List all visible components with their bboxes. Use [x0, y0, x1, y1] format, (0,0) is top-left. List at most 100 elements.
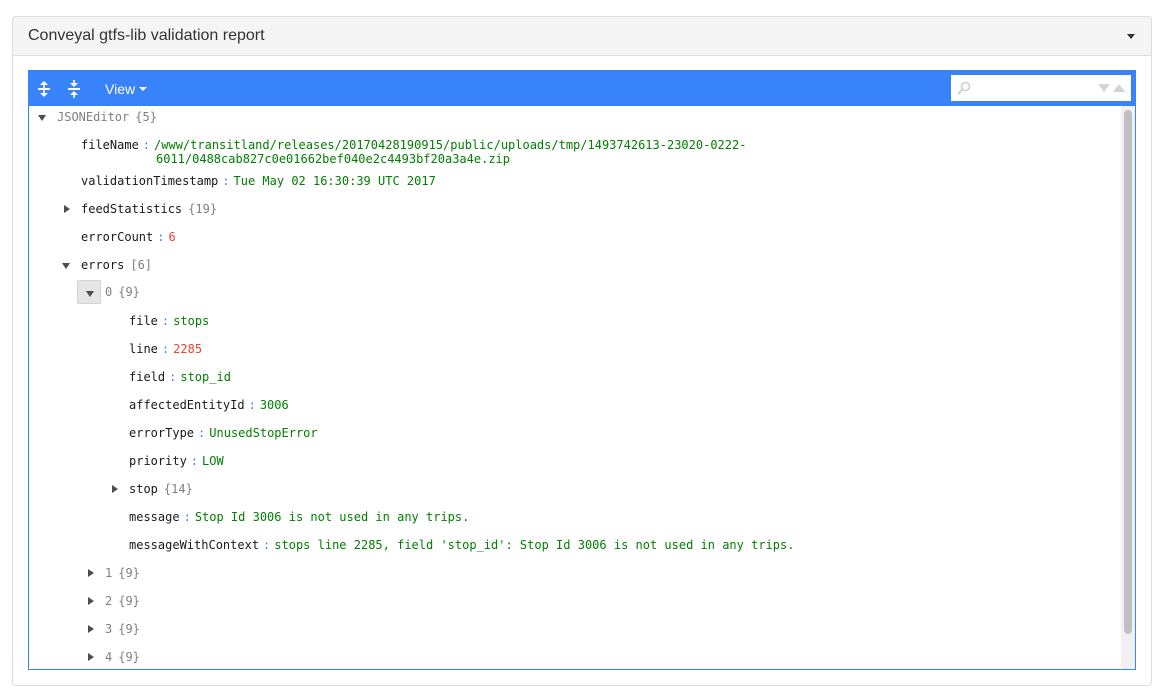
node-separator: : [198, 426, 206, 440]
tree-scrollbar[interactable] [1121, 106, 1135, 669]
panel-heading[interactable]: Conveyal gtfs-lib validation report [13, 17, 1151, 56]
node-value[interactable]: 3006 [260, 398, 289, 412]
node-key[interactable]: message [129, 510, 180, 524]
node-value[interactable]: Stop Id 3006 is not used in any trips. [195, 510, 470, 524]
json-editor: View JSONEditor {5} fileName: /www/tran… [28, 70, 1136, 670]
node-key[interactable]: errorType [129, 426, 194, 440]
node-meta: {9} [118, 566, 140, 580]
expand-toggle-icon[interactable] [81, 592, 99, 610]
expand-toggle-icon[interactable] [81, 564, 99, 582]
tree-node-message: message: Stop Id 3006 is not used in any … [129, 508, 469, 526]
node-separator: : [142, 138, 151, 152]
node-key[interactable]: feedStatistics [81, 202, 182, 216]
tree-node-field: field: stop_id [129, 368, 231, 386]
node-meta: {9} [118, 622, 140, 636]
tree-node-file: file: stops [129, 312, 209, 330]
node-separator: : [222, 174, 230, 188]
expand-toggle-icon[interactable] [57, 200, 75, 218]
node-key[interactable]: messageWithContext [129, 538, 259, 552]
search-input[interactable] [975, 77, 1085, 99]
node-key[interactable]: errors [81, 258, 124, 272]
node-separator: : [169, 370, 177, 384]
node-meta: [6] [130, 258, 153, 272]
node-value[interactable]: stops line 2285, field 'stop_id': Stop I… [274, 538, 794, 552]
search-next-icon[interactable] [1098, 84, 1110, 92]
json-tree: JSONEditor {5} fileName:/www/transitland/… [29, 106, 1123, 669]
node-key[interactable]: stop [129, 482, 158, 496]
node-key[interactable]: 4 [105, 650, 112, 664]
node-key[interactable]: JSONEditor [57, 110, 129, 124]
node-key[interactable]: 1 [105, 566, 112, 580]
view-menu-label: View [105, 80, 136, 97]
node-key[interactable]: fileName [81, 138, 139, 152]
scrollbar-thumb[interactable] [1124, 110, 1132, 634]
expand-all-icon [38, 80, 50, 97]
node-separator: : [190, 454, 199, 468]
node-key[interactable]: field [129, 370, 165, 384]
expand-toggle-icon[interactable] [77, 280, 101, 304]
node-meta: {14} [163, 482, 193, 496]
node-separator: : [263, 538, 271, 552]
node-separator: : [161, 314, 170, 328]
view-menu-button[interactable]: View [105, 80, 148, 97]
expand-all-button[interactable] [29, 74, 59, 104]
search-previous-icon[interactable] [1113, 84, 1125, 92]
node-meta: {9} [118, 650, 140, 664]
node-value[interactable]: Tue May 02 16:30:39 UTC 2017 [234, 174, 436, 188]
tree-node-error-2: 2 {9} [81, 592, 140, 610]
node-key[interactable]: validationTimestamp [81, 174, 218, 188]
node-value[interactable]: LOW [202, 454, 224, 468]
node-value[interactable]: 6011/0488cab827c0e01662bef040e2c4493bf20… [156, 152, 510, 166]
node-value[interactable]: 6 [168, 230, 175, 244]
expand-toggle-icon[interactable] [105, 480, 123, 498]
tree-node-error-4: 4 {9} [81, 648, 140, 666]
node-separator: : [161, 342, 170, 356]
expand-toggle-icon[interactable] [81, 620, 99, 638]
tree-node-line: line:2285 [129, 340, 202, 358]
expand-toggle-icon[interactable] [81, 648, 99, 666]
tree-node-error-type: errorType: UnusedStopError [129, 424, 318, 442]
panel-title: Conveyal gtfs-lib validation report [28, 27, 265, 44]
tree-node-stop: stop {14} [105, 480, 193, 498]
tree-node-affected-entity-id: affectedEntityId:3006 [129, 396, 289, 414]
node-value[interactable]: stop_id [180, 370, 231, 384]
collapse-all-button[interactable] [59, 74, 89, 104]
search-box [951, 75, 1131, 101]
node-meta: {9} [118, 594, 140, 608]
view-chevron-down-icon [139, 87, 148, 91]
node-key[interactable]: affectedEntityId [129, 398, 245, 412]
node-value[interactable]: 2285 [173, 342, 202, 356]
tree-node-root: JSONEditor {5} [33, 108, 157, 126]
tree-node-error-0: 0 {9} [77, 280, 140, 304]
node-separator: : [183, 510, 191, 524]
collapse-all-icon [68, 79, 80, 98]
tree-node-feed-statistics: feedStatistics {19} [57, 200, 217, 218]
tree-node-errors: errors [6] [57, 256, 152, 274]
node-separator: : [248, 398, 256, 412]
node-value[interactable]: UnusedStopError [209, 426, 317, 440]
editor-menu: View [29, 71, 1135, 106]
tree-node-error-3: 3 {9} [81, 620, 140, 638]
node-value[interactable]: stops [173, 314, 209, 328]
panel-caret-icon[interactable] [1127, 34, 1135, 39]
node-key[interactable]: priority [129, 454, 187, 468]
node-separator: : [157, 230, 165, 244]
tree-node-message-with-context: messageWithContext: stops line 2285, fiel… [129, 536, 794, 554]
node-meta: {9} [118, 285, 140, 299]
tree-node-filename-continued: 6011/0488cab827c0e01662bef040e2c4493bf20… [156, 150, 510, 168]
node-key[interactable]: 3 [105, 622, 112, 636]
tree-node-validation-timestamp: validationTimestamp: Tue May 02 16:30:39 … [81, 172, 436, 190]
node-key[interactable]: 2 [105, 594, 112, 608]
expand-toggle-icon[interactable] [33, 108, 51, 126]
node-key[interactable]: errorCount [81, 230, 153, 244]
report-panel: Conveyal gtfs-lib validation report View… [12, 16, 1152, 686]
tree-node-error-count: errorCount:6 [81, 228, 176, 246]
tree-node-error-1: 1 {9} [81, 564, 140, 582]
search-icon [957, 81, 971, 95]
expand-toggle-icon[interactable] [57, 256, 75, 274]
node-meta: {19} [188, 202, 218, 216]
node-key[interactable]: file [129, 314, 158, 328]
node-key[interactable]: 0 [105, 285, 112, 299]
node-meta: {5} [135, 110, 157, 124]
node-key[interactable]: line [129, 342, 158, 356]
